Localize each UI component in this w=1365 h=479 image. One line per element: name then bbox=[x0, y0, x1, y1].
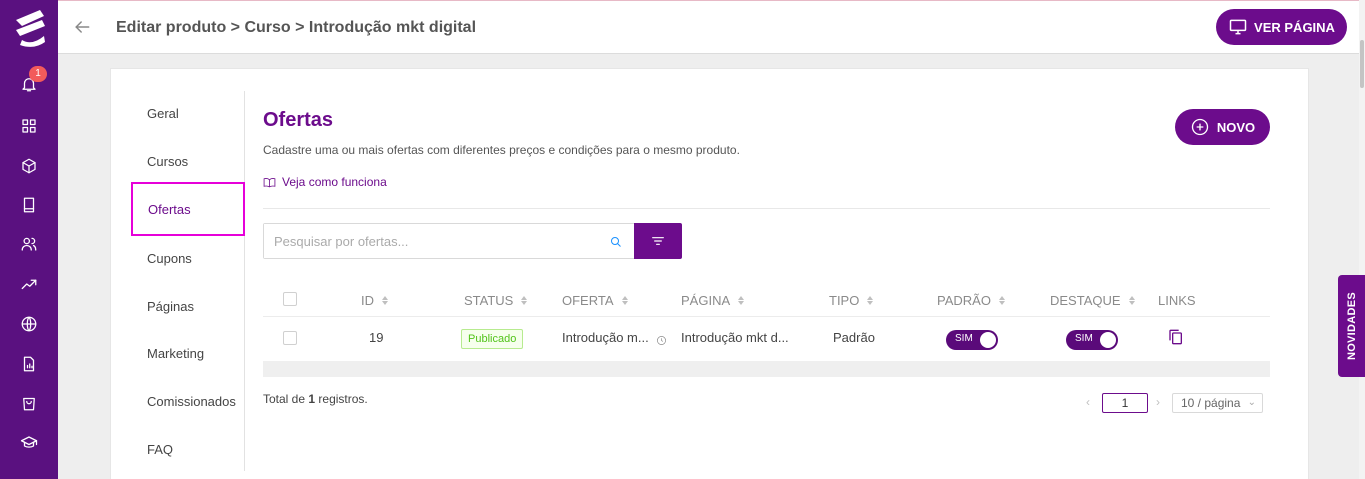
column-default-label: PADRÃO bbox=[937, 293, 991, 308]
prev-page-icon[interactable]: ‹ bbox=[1086, 395, 1090, 409]
offer-search bbox=[263, 223, 635, 259]
column-type[interactable]: TIPO bbox=[829, 293, 874, 308]
default-toggle-label: SIM bbox=[955, 333, 973, 344]
graduation-cap-icon[interactable] bbox=[18, 432, 40, 454]
sort-icon[interactable] bbox=[521, 296, 528, 305]
how-it-works-link[interactable]: Veja como funciona bbox=[263, 175, 387, 189]
product-section-nav: Geral Cursos Ofertas Cupons Páginas Mark… bbox=[111, 91, 245, 471]
grid-icon[interactable] bbox=[18, 115, 40, 137]
column-highlight-label: DESTAQUE bbox=[1050, 293, 1121, 308]
back-arrow-icon[interactable] bbox=[72, 17, 94, 39]
column-offer[interactable]: OFERTA bbox=[562, 293, 628, 308]
total-suffix: registros. bbox=[315, 392, 368, 406]
highlight-toggle[interactable]: SIM bbox=[1066, 330, 1118, 350]
cell-id: 19 bbox=[369, 330, 384, 345]
page-description: Cadastre uma ou mais ofertas com diferen… bbox=[263, 143, 740, 157]
report-icon[interactable] bbox=[18, 353, 40, 375]
users-icon[interactable] bbox=[18, 233, 40, 255]
column-links-label: LINKS bbox=[1158, 293, 1196, 308]
copy-icon[interactable] bbox=[1168, 329, 1184, 345]
divider bbox=[263, 208, 1270, 209]
column-offer-label: OFERTA bbox=[562, 293, 614, 308]
page-title: Ofertas bbox=[263, 109, 334, 131]
column-type-label: TIPO bbox=[829, 293, 860, 308]
nav-item-cursos[interactable]: Cursos bbox=[147, 154, 188, 169]
cell-page[interactable]: Introdução mkt d... bbox=[681, 330, 789, 345]
plus-circle-icon bbox=[1191, 118, 1209, 136]
active-nav-highlight bbox=[131, 182, 245, 236]
filter-icon bbox=[652, 237, 664, 245]
news-side-tab[interactable]: NOVIDADES bbox=[1338, 275, 1365, 377]
trending-up-icon[interactable] bbox=[18, 273, 40, 295]
column-status[interactable]: STATUS bbox=[464, 293, 528, 308]
select-all-checkbox[interactable] bbox=[283, 292, 297, 306]
view-page-button[interactable]: VER PÁGINA bbox=[1216, 9, 1347, 45]
monitor-icon bbox=[1229, 19, 1247, 35]
status-badge: Publicado bbox=[461, 329, 524, 349]
cell-type: Padrão bbox=[833, 330, 875, 345]
search-input[interactable] bbox=[264, 224, 594, 258]
clock-icon[interactable] bbox=[656, 333, 667, 345]
nav-item-paginas[interactable]: Páginas bbox=[147, 299, 194, 314]
book-icon[interactable] bbox=[18, 194, 40, 216]
column-links: LINKS bbox=[1158, 293, 1196, 308]
how-it-works-label: Veja como funciona bbox=[282, 175, 387, 189]
page-scrollbar[interactable] bbox=[1359, 0, 1365, 479]
sort-icon[interactable] bbox=[621, 296, 628, 305]
column-default[interactable]: PADRÃO bbox=[937, 293, 1005, 308]
shopping-bag-icon[interactable] bbox=[18, 392, 40, 414]
total-prefix: Total de bbox=[263, 392, 309, 406]
chevron-down-icon: ⌄ bbox=[1247, 397, 1256, 408]
box-icon[interactable] bbox=[18, 155, 40, 177]
filter-button[interactable] bbox=[634, 223, 682, 259]
column-page[interactable]: PÁGINA bbox=[681, 293, 745, 308]
app-logo[interactable] bbox=[10, 6, 50, 50]
new-offer-button[interactable]: NOVO bbox=[1175, 109, 1270, 145]
notification-badge: 1 bbox=[29, 66, 47, 82]
sort-icon[interactable] bbox=[382, 296, 388, 305]
sort-icon[interactable] bbox=[998, 296, 1005, 305]
cell-offer[interactable]: Introdução m... bbox=[562, 330, 649, 345]
total-records: Total de 1 registros. bbox=[263, 392, 368, 406]
column-id[interactable]: ID bbox=[361, 293, 388, 308]
nav-item-faq[interactable]: FAQ bbox=[147, 442, 173, 457]
table-row: 19 Publicado Introdução m... Introdução … bbox=[263, 317, 1270, 359]
table-header: ID STATUS OFERTA PÁGINA TIPO PADRÃO DEST… bbox=[263, 281, 1270, 317]
column-highlight[interactable]: DESTAQUE bbox=[1050, 293, 1135, 308]
page-size-value: 10 / página bbox=[1181, 396, 1241, 410]
page-size-select[interactable]: 10 / página ⌄ bbox=[1172, 393, 1263, 413]
search-icon[interactable] bbox=[610, 235, 622, 247]
view-page-label: VER PÁGINA bbox=[1254, 19, 1335, 35]
nav-item-cupons[interactable]: Cupons bbox=[147, 251, 192, 266]
nav-item-comissionados[interactable]: Comissionados bbox=[147, 394, 236, 409]
column-page-label: PÁGINA bbox=[681, 293, 731, 308]
sort-icon[interactable] bbox=[867, 296, 874, 305]
column-id-label: ID bbox=[361, 293, 374, 308]
column-status-label: STATUS bbox=[464, 293, 514, 308]
default-toggle[interactable]: SIM bbox=[946, 330, 998, 350]
table-footer-bar bbox=[263, 361, 1270, 377]
globe-icon[interactable] bbox=[18, 313, 40, 335]
scrollbar-thumb[interactable] bbox=[1360, 40, 1364, 88]
nav-item-marketing[interactable]: Marketing bbox=[147, 346, 204, 361]
app-sidebar: 1 bbox=[0, 0, 58, 479]
sort-icon[interactable] bbox=[1128, 296, 1135, 305]
next-page-icon[interactable]: › bbox=[1156, 395, 1160, 409]
highlight-toggle-label: SIM bbox=[1075, 333, 1093, 344]
sort-icon[interactable] bbox=[738, 296, 745, 305]
row-checkbox[interactable] bbox=[283, 331, 297, 345]
new-offer-label: NOVO bbox=[1216, 119, 1256, 135]
open-book-icon bbox=[263, 177, 276, 187]
nav-item-geral[interactable]: Geral bbox=[147, 106, 179, 121]
product-editor-card: Geral Cursos Ofertas Cupons Páginas Mark… bbox=[110, 68, 1309, 479]
breadcrumb: Editar produto > Curso > Introdução mkt … bbox=[116, 19, 477, 36]
top-bar: Editar produto > Curso > Introdução mkt … bbox=[58, 0, 1365, 54]
current-page[interactable]: 1 bbox=[1102, 393, 1148, 413]
news-side-tab-label: NOVIDADES bbox=[1345, 291, 1358, 361]
